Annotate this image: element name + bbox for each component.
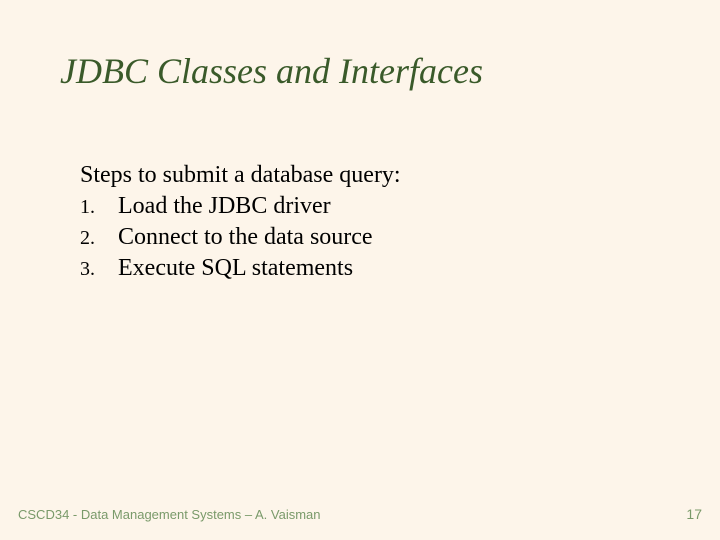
list-item: 3. Execute SQL statements <box>80 255 660 282</box>
slide-container: JDBC Classes and Interfaces Steps to sub… <box>0 0 720 540</box>
steps-list: 1. Load the JDBC driver 2. Connect to the … <box>80 193 660 282</box>
step-number: 1. <box>80 196 110 219</box>
step-text: Connect to the data source <box>118 224 373 250</box>
step-text: Load the JDBC driver <box>118 193 331 219</box>
slide-title: JDBC Classes and Interfaces <box>60 50 660 92</box>
step-text: Execute SQL statements <box>118 255 353 281</box>
step-number: 3. <box>80 258 110 281</box>
footer: CSCD34 - Data Management Systems – A. Va… <box>18 506 702 522</box>
list-item: 2. Connect to the data source <box>80 224 660 251</box>
step-number: 2. <box>80 227 110 250</box>
list-item: 1. Load the JDBC driver <box>80 193 660 220</box>
page-number: 17 <box>686 506 702 522</box>
intro-text: Steps to submit a database query: <box>80 162 660 189</box>
footer-text: CSCD34 - Data Management Systems – A. Va… <box>18 507 321 522</box>
